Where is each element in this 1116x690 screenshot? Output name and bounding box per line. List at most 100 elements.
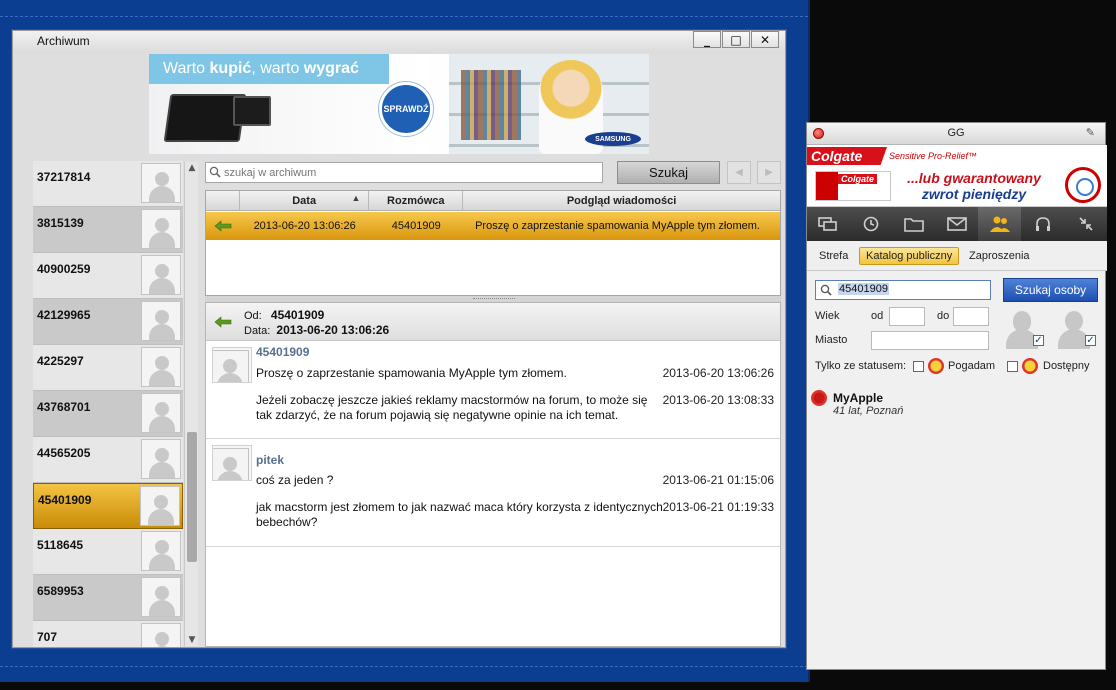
- archive-titlebar[interactable]: Archiwum _ □ ✕: [13, 31, 785, 53]
- sprawdz-button[interactable]: SPRAWDŹ: [379, 82, 433, 136]
- seal-icon: [1065, 167, 1101, 203]
- maximize-icon: □: [730, 32, 742, 47]
- contact-number: 45401909: [38, 493, 92, 507]
- contact-number: 44565205: [37, 446, 91, 460]
- contact-number: 6589953: [37, 584, 84, 598]
- search-result-item[interactable]: MyApple 41 lat, Poznań: [807, 385, 1107, 421]
- chat-icon[interactable]: [807, 207, 850, 241]
- tab-strefa[interactable]: Strefa: [813, 247, 854, 265]
- tab-zaproszenia[interactable]: Zaproszenia: [963, 247, 1036, 265]
- shrink-icon[interactable]: [1064, 207, 1107, 241]
- message-time: 2013-06-20 13:06:26: [662, 366, 774, 380]
- contact-item[interactable]: 3815139: [33, 207, 183, 253]
- splitter-grip[interactable]: [473, 298, 515, 300]
- samsung-logo: SAMSUNG: [585, 132, 641, 146]
- result-info: 41 lat, Poznań: [833, 405, 904, 417]
- message-text: Jeżeli zobaczę jeszcze jakieś reklamy ma…: [256, 393, 648, 422]
- clock-icon[interactable]: [850, 207, 893, 241]
- conversation-view: Od: 45401909 Data: 2013-06-20 13:06:26 4…: [205, 302, 781, 647]
- next-result-button[interactable]: ▶: [757, 161, 781, 184]
- status-dostepny-checkbox[interactable]: [1007, 361, 1018, 372]
- people-icon[interactable]: [978, 207, 1022, 241]
- scroll-down-icon[interactable]: ▼: [185, 634, 199, 646]
- window-controls: _ □ ✕: [692, 31, 779, 48]
- avatar: [141, 531, 181, 571]
- person-search-box[interactable]: 45401909: [815, 280, 991, 300]
- samsung-banner-ad[interactable]: Warto kupić, warto wygrać SPRAWDŹ SAMSUN…: [149, 54, 649, 154]
- contact-item[interactable]: 42129965: [33, 299, 183, 345]
- col-date[interactable]: Data ▲: [240, 191, 370, 211]
- contact-number: 5118645: [37, 538, 84, 552]
- avatar: [212, 347, 252, 383]
- maximize-button[interactable]: □: [722, 31, 750, 48]
- conversation-header: Od: 45401909 Data: 2013-06-20 13:06:26: [206, 303, 780, 341]
- message-author: 45401909: [256, 345, 310, 359]
- minimize-button[interactable]: _: [693, 31, 721, 48]
- city-input[interactable]: [871, 331, 989, 350]
- contact-item[interactable]: 707: [33, 621, 183, 647]
- colgate-logo: Colgate: [807, 147, 887, 165]
- message-author: pitek: [256, 453, 285, 467]
- mail-icon[interactable]: [936, 207, 979, 241]
- age-to-label: do: [937, 310, 950, 322]
- contact-item[interactable]: 40900259: [33, 253, 183, 299]
- tab-katalog-publiczny[interactable]: Katalog publiczny: [859, 247, 960, 265]
- female-checkbox[interactable]: ✓: [1033, 335, 1044, 346]
- avatar: [141, 209, 181, 249]
- search-button[interactable]: Szukaj: [617, 161, 720, 184]
- contact-number: 707: [37, 630, 58, 644]
- contact-number: 43768701: [37, 400, 91, 414]
- message-group: pitek coś za jeden ? 2013-06-21 01:15:06…: [206, 439, 780, 547]
- male-checkbox[interactable]: ✓: [1085, 335, 1096, 346]
- row-contact: 45401909: [391, 220, 441, 232]
- avatar: [141, 301, 181, 341]
- tablet-image: [233, 96, 271, 126]
- contact-item[interactable]: 37217814: [33, 161, 183, 207]
- contact-item[interactable]: 45401909: [33, 483, 183, 529]
- scroll-thumb[interactable]: [187, 432, 197, 562]
- col-direction[interactable]: [206, 191, 240, 211]
- contact-number: 4225297: [37, 354, 84, 368]
- avatar: [141, 163, 181, 203]
- status-pogadam-checkbox[interactable]: [913, 361, 924, 372]
- contact-item[interactable]: 4225297: [33, 345, 183, 391]
- contact-item[interactable]: 5118645: [33, 529, 183, 575]
- age-label: Wiek: [815, 310, 840, 322]
- search-person-button[interactable]: Szukaj osoby: [1003, 278, 1098, 302]
- pin-icon[interactable]: ✎: [1086, 126, 1095, 139]
- archive-search-box[interactable]: [205, 162, 603, 183]
- col-preview[interactable]: Podgląd wiadomości: [463, 191, 780, 211]
- arrow-left-icon: ◀: [735, 167, 743, 178]
- contact-item[interactable]: 43768701: [33, 391, 183, 437]
- age-to-input[interactable]: [953, 307, 989, 326]
- status-pogadam-label: Pogadam: [948, 360, 996, 372]
- folder-icon[interactable]: [893, 207, 936, 241]
- table-row[interactable]: 2013-06-20 13:06:26 45401909 Proszę o za…: [206, 212, 780, 240]
- archive-search-input[interactable]: [224, 165, 594, 180]
- age-from-input[interactable]: [889, 307, 925, 326]
- col-contact[interactable]: Rozmówca: [369, 191, 464, 211]
- status-filter-label: Tylko ze statusem:: [815, 360, 907, 372]
- avatar: [141, 393, 181, 433]
- message-time: 2013-06-20 13:08:33: [662, 393, 774, 407]
- date-line: Data: 2013-06-20 13:06:26: [244, 323, 390, 337]
- colgate-banner-ad[interactable]: Colgate Sensitive Pro-Relief™ Colgate ..…: [807, 145, 1107, 207]
- status-icon: [811, 390, 827, 406]
- incoming-arrow-icon: [206, 212, 240, 240]
- contact-item[interactable]: 44565205: [33, 437, 183, 483]
- contact-item[interactable]: 6589953: [33, 575, 183, 621]
- message-group: 45401909 Proszę o zaprzestanie spamowani…: [206, 341, 780, 439]
- close-button[interactable]: ✕: [751, 31, 779, 48]
- message-text: coś za jeden ?: [256, 473, 334, 487]
- contact-list-scrollbar[interactable]: ▲ ▼: [184, 162, 198, 646]
- sort-icon: ▲: [351, 193, 361, 203]
- contact-number: 42129965: [37, 308, 91, 322]
- message-table: Data ▲ Rozmówca Podgląd wiadomości 2013-0…: [205, 190, 781, 296]
- contact-number: 40900259: [37, 262, 91, 276]
- search-icon: [820, 284, 832, 296]
- scroll-up-icon[interactable]: ▲: [185, 162, 199, 174]
- gg-titlebar[interactable]: GG ✎: [807, 123, 1105, 145]
- person-search-input[interactable]: 45401909: [838, 283, 889, 295]
- headphones-icon[interactable]: [1021, 207, 1064, 241]
- prev-result-button[interactable]: ◀: [727, 161, 751, 184]
